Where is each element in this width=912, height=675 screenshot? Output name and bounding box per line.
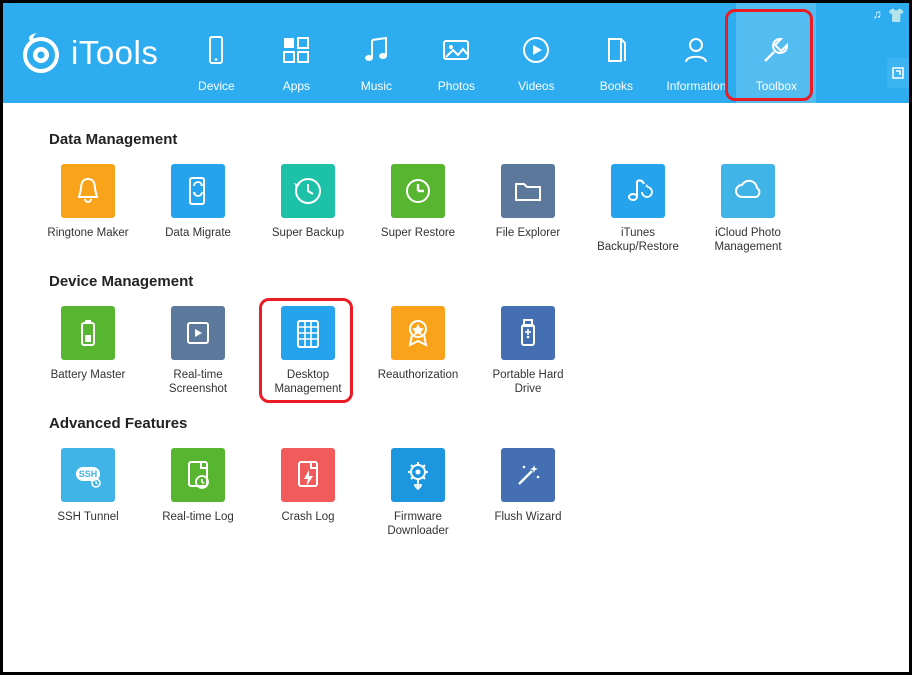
photos-icon xyxy=(439,27,473,73)
battery-icon xyxy=(61,306,115,360)
clock-back-icon xyxy=(281,164,335,218)
toolbox-icon xyxy=(759,27,793,73)
screenshot-icon xyxy=(171,306,225,360)
section-title: Advanced Features xyxy=(49,415,889,432)
gear-down-icon xyxy=(391,448,445,502)
tile-itunes[interactable]: iTunes Backup/Restore xyxy=(597,164,679,255)
information-icon xyxy=(679,27,713,73)
nav-label: Apps xyxy=(283,79,310,93)
books-icon xyxy=(599,27,633,73)
tile-label: Super Backup xyxy=(272,226,344,240)
desktop-icon xyxy=(281,306,335,360)
page-bolt-icon xyxy=(281,448,335,502)
header-bar: iTools Device Apps Music Photos Videos Books I… xyxy=(3,3,909,103)
device-icon xyxy=(199,27,233,73)
page-clock-icon xyxy=(171,448,225,502)
logo-icon xyxy=(19,31,63,75)
tile-flush[interactable]: Flush Wizard xyxy=(487,448,569,539)
tile-label: Firmware Downloader xyxy=(377,510,459,539)
section-grid: Battery Master Real-time Screenshot Deskto… xyxy=(47,306,889,397)
folder-icon xyxy=(501,164,555,218)
nav-label: Information xyxy=(666,79,726,93)
tile-firmware[interactable]: Firmware Downloader xyxy=(377,448,459,539)
nav-device[interactable]: Device xyxy=(176,3,256,103)
nav-information[interactable]: Information xyxy=(656,3,736,103)
videos-icon xyxy=(519,27,553,73)
logo[interactable]: iTools xyxy=(3,3,176,103)
header-nav: Device Apps Music Photos Videos Books Informat… xyxy=(176,3,816,103)
tile-crash[interactable]: Crash Log xyxy=(267,448,349,539)
nav-label: Videos xyxy=(518,79,554,93)
tile-restore[interactable]: Super Restore xyxy=(377,164,459,255)
tile-backup[interactable]: Super Backup xyxy=(267,164,349,255)
cloud-icon xyxy=(721,164,775,218)
nav-toolbox[interactable]: Toolbox xyxy=(736,3,816,103)
wand-icon xyxy=(501,448,555,502)
nav-photos[interactable]: Photos xyxy=(416,3,496,103)
nav-label: Device xyxy=(198,79,235,93)
tile-icloud[interactable]: iCloud Photo Management xyxy=(707,164,789,255)
tile-rtlog[interactable]: Real-time Log xyxy=(157,448,239,539)
note-sync-icon xyxy=(611,164,665,218)
section-grid: Ringtone Maker Data Migrate Super Backup Su… xyxy=(47,164,889,255)
badge-icon xyxy=(391,306,445,360)
tile-ringtone[interactable]: Ringtone Maker xyxy=(47,164,129,255)
tile-label: SSH Tunnel xyxy=(57,510,118,524)
tile-label: Reauthorization xyxy=(378,368,459,382)
music-icon xyxy=(359,27,393,73)
side-expand-tab[interactable] xyxy=(887,58,909,88)
nav-videos[interactable]: Videos xyxy=(496,3,576,103)
section-title: Device Management xyxy=(49,273,889,290)
usb-icon xyxy=(501,306,555,360)
app-window: iTools Device Apps Music Photos Videos Books I… xyxy=(3,3,909,672)
content-area: Data Management Ringtone Maker Data Migrat… xyxy=(3,103,909,566)
tile-label: Real-time Log xyxy=(162,510,234,524)
phone-sync-icon xyxy=(171,164,225,218)
tile-label: Crash Log xyxy=(281,510,334,524)
music-mini-icon[interactable]: ♫ xyxy=(873,7,882,24)
nav-label: Books xyxy=(600,79,633,93)
shirt-icon[interactable]: 👕 xyxy=(888,7,905,24)
tile-label: File Explorer xyxy=(496,226,561,240)
clock-fwd-icon xyxy=(391,164,445,218)
tile-explorer[interactable]: File Explorer xyxy=(487,164,569,255)
tile-ssh[interactable]: SSH Tunnel xyxy=(47,448,129,539)
tile-label: Data Migrate xyxy=(165,226,231,240)
nav-label: Toolbox xyxy=(756,79,797,93)
tile-migrate[interactable]: Data Migrate xyxy=(157,164,239,255)
window-controls: ♫ 👕 xyxy=(869,5,909,26)
tile-label: Flush Wizard xyxy=(494,510,561,524)
apps-icon xyxy=(279,27,313,73)
tile-label: Real-time Screenshot xyxy=(157,368,239,397)
tile-label: iCloud Photo Management xyxy=(707,226,789,255)
section-grid: SSH Tunnel Real-time Log Crash Log Firmware… xyxy=(47,448,889,539)
bell-icon xyxy=(61,164,115,218)
tile-label: Desktop Management xyxy=(267,368,349,397)
nav-apps[interactable]: Apps xyxy=(256,3,336,103)
tile-label: Portable Hard Drive xyxy=(487,368,569,397)
tile-portable[interactable]: Portable Hard Drive xyxy=(487,306,569,397)
tile-reauth[interactable]: Reauthorization xyxy=(377,306,459,397)
nav-music[interactable]: Music xyxy=(336,3,416,103)
tile-screenshot[interactable]: Real-time Screenshot xyxy=(157,306,239,397)
tile-label: iTunes Backup/Restore xyxy=(597,226,679,255)
tile-battery[interactable]: Battery Master xyxy=(47,306,129,397)
section-title: Data Management xyxy=(49,131,889,148)
nav-label: Music xyxy=(361,79,392,93)
tile-label: Super Restore xyxy=(381,226,455,240)
app-name: iTools xyxy=(71,34,158,72)
nav-label: Photos xyxy=(438,79,475,93)
nav-books[interactable]: Books xyxy=(576,3,656,103)
tile-label: Battery Master xyxy=(51,368,126,382)
ssh-icon xyxy=(61,448,115,502)
tile-label: Ringtone Maker xyxy=(47,226,128,240)
tile-desktop[interactable]: Desktop Management xyxy=(267,306,349,397)
